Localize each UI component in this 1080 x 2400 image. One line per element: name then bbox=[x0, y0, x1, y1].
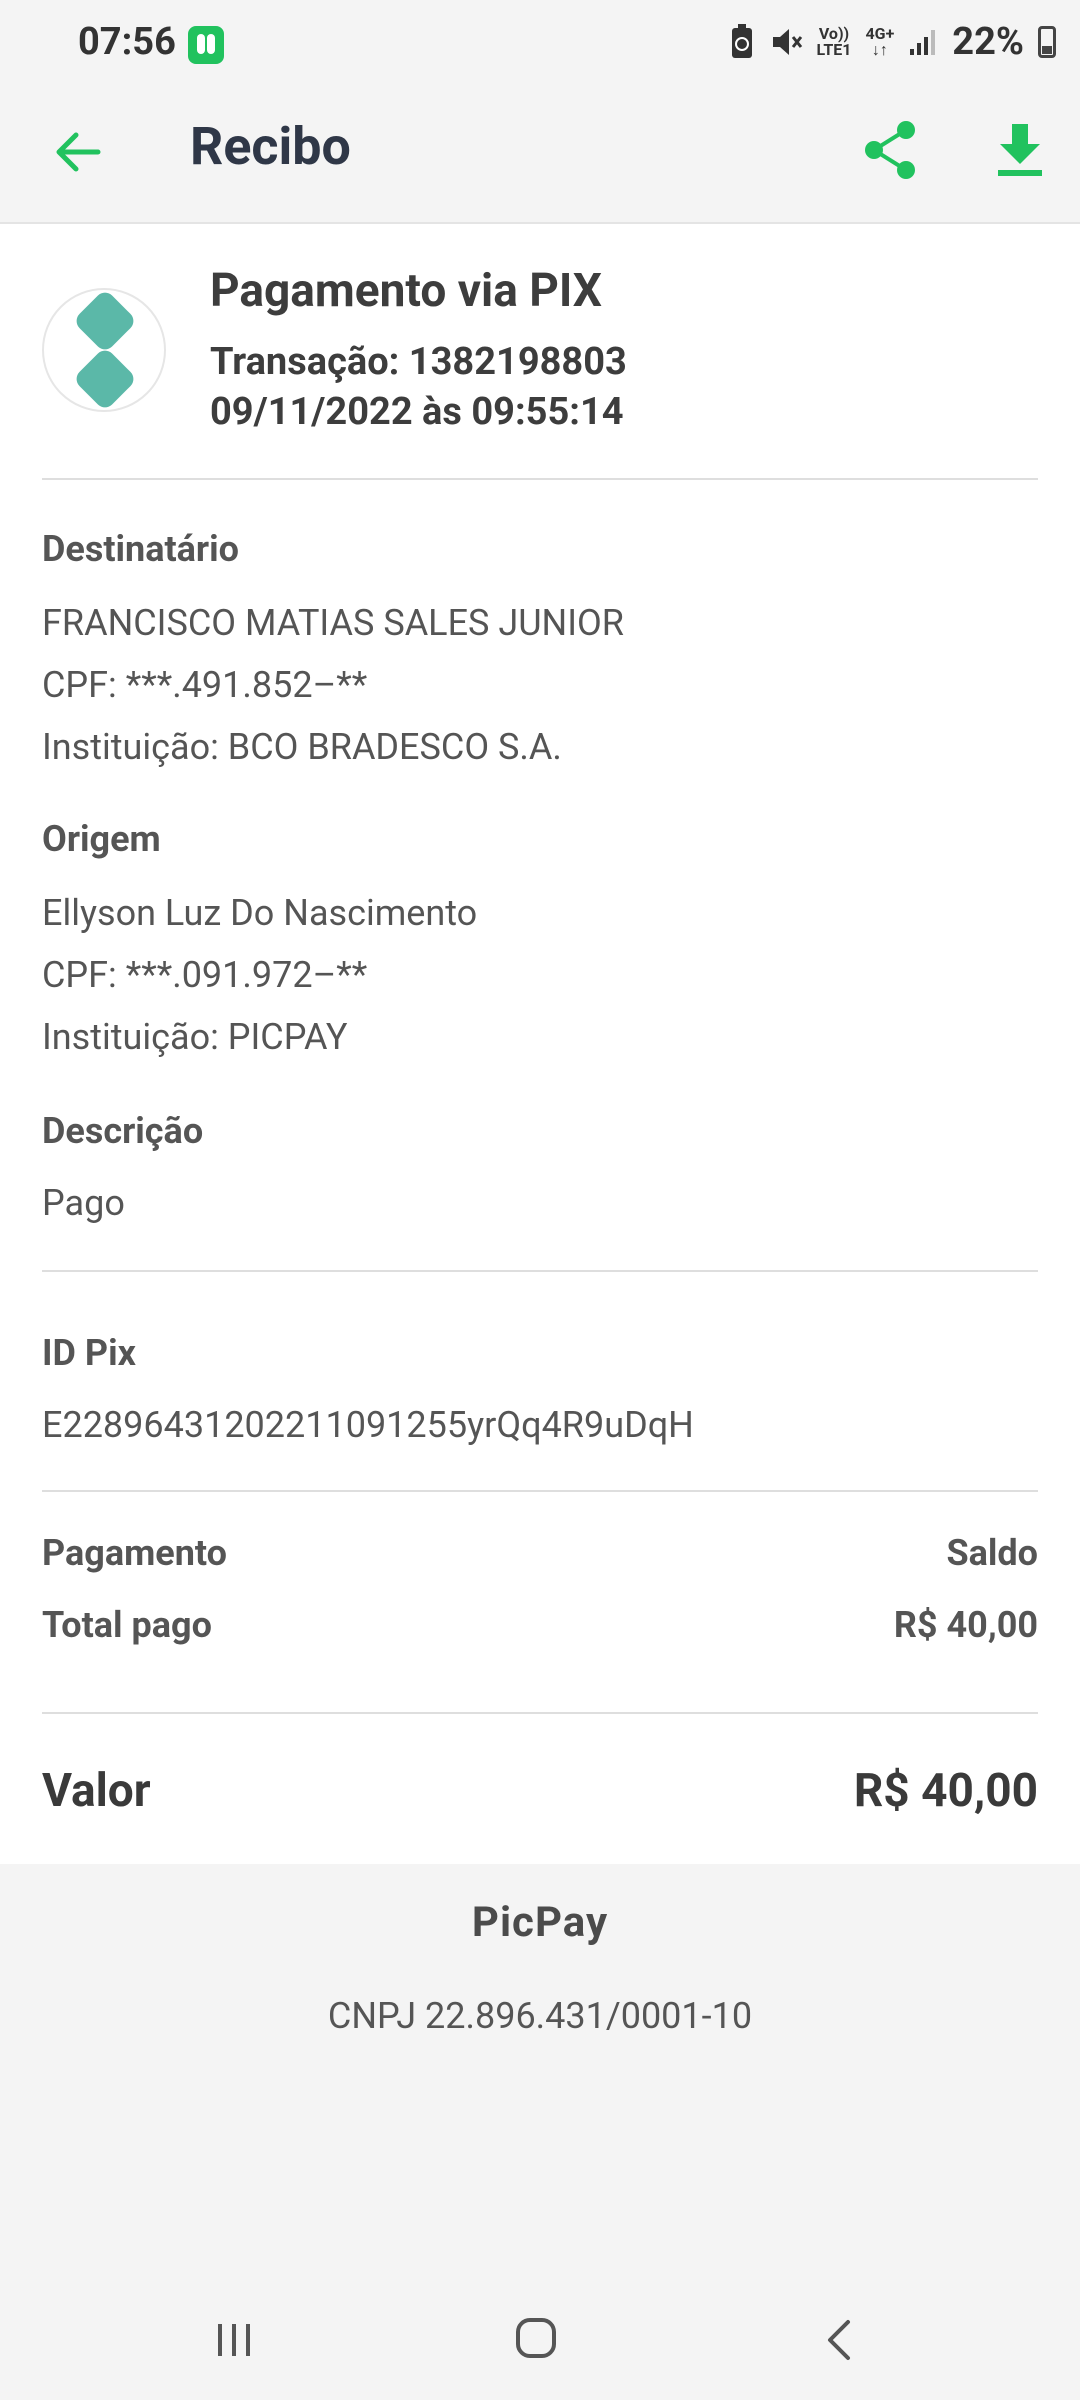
back-arrow-icon[interactable] bbox=[48, 122, 108, 182]
origin-label: Origem bbox=[42, 818, 161, 860]
recent-apps-icon[interactable] bbox=[214, 2320, 254, 2360]
share-icon[interactable] bbox=[862, 118, 918, 182]
divider bbox=[42, 1490, 1038, 1492]
battery-saver-icon bbox=[731, 24, 752, 58]
signal-icon bbox=[910, 30, 936, 55]
download-icon[interactable] bbox=[992, 120, 1048, 180]
nav-back-icon[interactable] bbox=[822, 2316, 858, 2364]
home-icon[interactable] bbox=[514, 2316, 558, 2360]
status-time: 07:56 bbox=[78, 20, 176, 64]
pix-logo bbox=[42, 288, 166, 412]
total-paid-value: R$ 40,00 bbox=[893, 1604, 1038, 1646]
payment-value: Saldo bbox=[946, 1532, 1038, 1574]
app-notification-icon bbox=[188, 26, 224, 64]
description-label: Descrição bbox=[42, 1110, 204, 1152]
mute-icon bbox=[772, 29, 802, 55]
recipient-label: Destinatário bbox=[42, 528, 239, 570]
origin-cpf: CPF: ***.091.972–** bbox=[42, 954, 368, 996]
divider bbox=[42, 478, 1038, 480]
origin-name: Ellyson Luz Do Nascimento bbox=[42, 892, 478, 934]
pix-icon bbox=[76, 292, 134, 408]
picpay-logo: PicPay bbox=[471, 1898, 609, 1947]
status-bar: 07:56 Vo)) LTE1 4G+ ↓↑ 22% bbox=[0, 0, 1080, 90]
page-title: Recibo bbox=[190, 116, 351, 177]
recipient-name: FRANCISCO MATIAS SALES JUNIOR bbox=[42, 602, 624, 644]
amount-label: Valor bbox=[42, 1764, 151, 1818]
company-cnpj: CNPJ 22.896.431/0001-10 bbox=[327, 1995, 753, 2037]
amount-value: R$ 40,00 bbox=[853, 1764, 1038, 1818]
divider bbox=[42, 1270, 1038, 1272]
recipient-institution: Instituição: BCO BRADESCO S.A. bbox=[42, 726, 562, 768]
pix-id-label: ID Pix bbox=[42, 1332, 136, 1374]
description-value: Pago bbox=[42, 1182, 125, 1224]
battery-percent: 22% bbox=[952, 20, 1024, 64]
receipt-title: Pagamento via PIX bbox=[210, 264, 602, 318]
receipt-card: Pagamento via PIX Transação: 1382198803 … bbox=[0, 224, 1080, 1864]
divider bbox=[42, 1712, 1038, 1714]
payment-label: Pagamento bbox=[42, 1532, 227, 1574]
app-header: Recibo bbox=[0, 90, 1080, 224]
battery-icon bbox=[1038, 26, 1056, 58]
pix-id-value: E22896431202211091255yrQq4R9uDqH bbox=[42, 1404, 694, 1446]
volte-indicator: Vo)) LTE1 bbox=[816, 24, 852, 59]
transaction-id: Transação: 1382198803 bbox=[210, 340, 627, 384]
transaction-datetime: 09/11/2022 às 09:55:14 bbox=[210, 390, 624, 434]
recipient-cpf: CPF: ***.491.852–** bbox=[42, 664, 368, 706]
data-indicator: 4G+ ↓↑ bbox=[865, 24, 895, 59]
origin-institution: Instituição: PICPAY bbox=[42, 1016, 348, 1058]
system-nav-bar bbox=[0, 2300, 1080, 2400]
total-paid-label: Total pago bbox=[42, 1604, 212, 1646]
system-icons: Vo)) LTE1 4G+ ↓↑ 22% bbox=[729, 20, 1056, 64]
